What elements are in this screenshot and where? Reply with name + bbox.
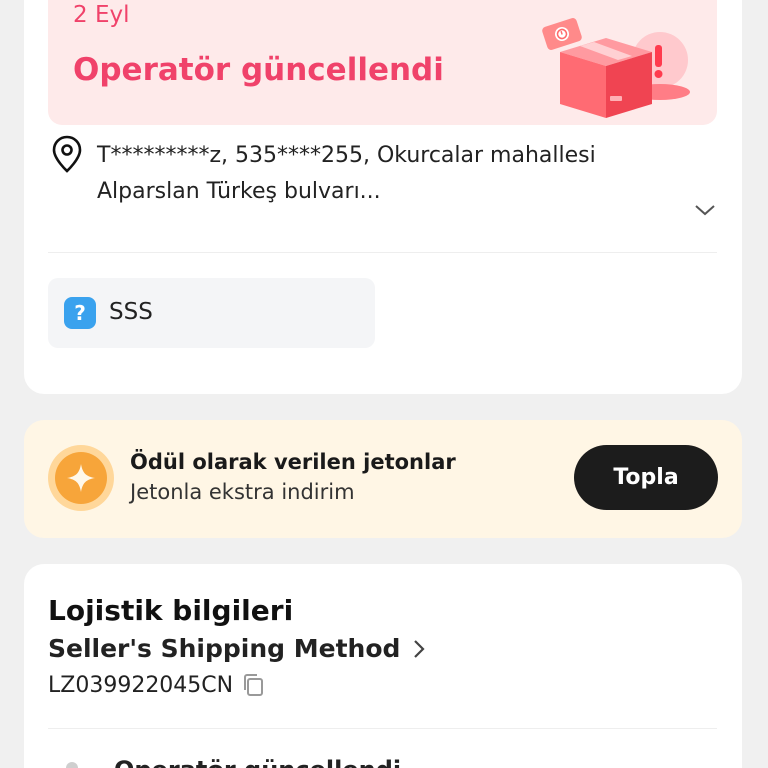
copy-icon[interactable] — [241, 672, 265, 698]
order-status-card: 2 Eyl Operatör güncellendi T*********z, … — [24, 0, 742, 394]
collect-coins-button[interactable]: Topla — [574, 445, 718, 510]
logistics-card: Lojistik bilgileri Seller's Shipping Met… — [24, 564, 742, 768]
coin-star-icon — [48, 445, 114, 511]
tracking-number: LZ039922045CN — [48, 672, 234, 698]
coins-subtitle: Jetonla ekstra indirim — [130, 480, 355, 504]
timeline-dot — [66, 762, 78, 768]
coins-title: Ödül olarak verilen jetonlar — [130, 450, 456, 474]
address-line-2: Alparslan Türkeş bulvarı... — [97, 179, 381, 204]
status-banner: 2 Eyl Operatör güncellendi — [48, 0, 717, 125]
chevron-right-icon — [414, 639, 425, 658]
faq-button[interactable]: ? SSS — [48, 278, 375, 348]
shipping-method-label: Seller's Shipping Method — [48, 634, 401, 663]
chevron-down-icon[interactable] — [694, 203, 716, 217]
logistics-heading: Lojistik bilgileri — [48, 594, 294, 627]
delivery-address[interactable]: T*********z, 535****255, Okurcalar mahal… — [48, 135, 717, 253]
reward-coins-card: Ödül olarak verilen jetonlar Jetonla eks… — [24, 420, 742, 538]
location-pin-icon — [52, 135, 82, 173]
tracking-row: LZ039922045CN — [48, 672, 265, 698]
status-date: 2 Eyl — [73, 2, 130, 28]
parcel-box-icon — [542, 18, 690, 118]
question-mark-icon: ? — [64, 297, 96, 329]
address-line-1: T*********z, 535****255, Okurcalar mahal… — [97, 143, 596, 168]
shipping-method-link[interactable]: Seller's Shipping Method — [48, 634, 426, 663]
divider — [48, 728, 717, 729]
timeline-event-title: Operatör güncellendi — [114, 756, 401, 768]
status-title: Operatör güncellendi — [73, 52, 444, 88]
faq-label: SSS — [109, 299, 153, 325]
